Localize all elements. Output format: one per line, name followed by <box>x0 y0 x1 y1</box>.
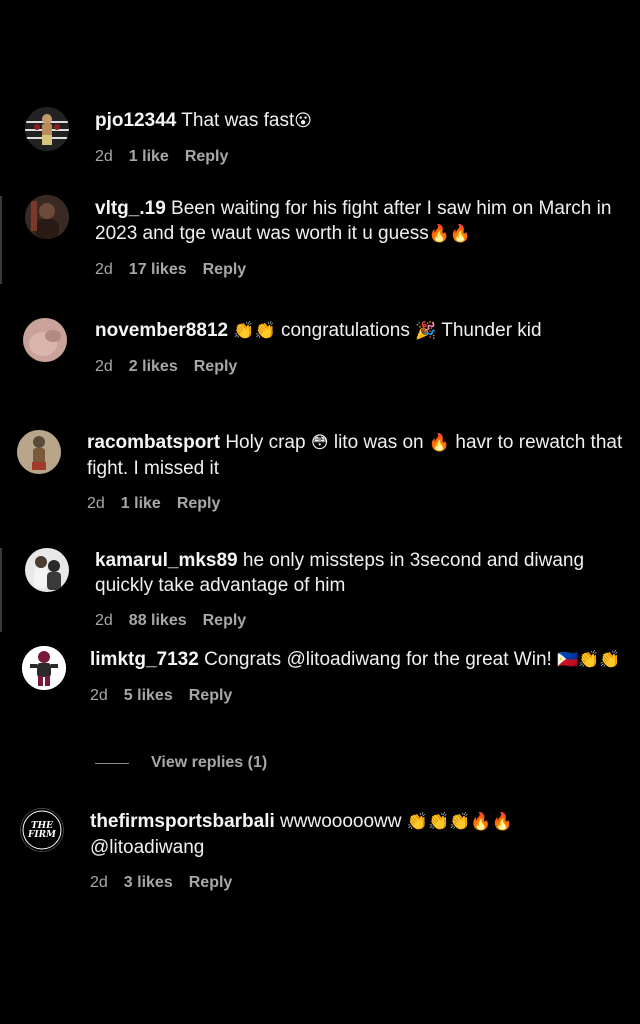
flag-clapping-emoji-icon: 🇵🇭👏👏 <box>557 650 621 670</box>
comment-meta: 2d 1 like Reply <box>95 144 628 169</box>
avatar[interactable] <box>23 318 67 362</box>
comment-meta: 2d 1 like Reply <box>87 491 628 516</box>
comment-text: That was fast <box>181 110 295 131</box>
comment-username[interactable]: thefirmsportsbarbali <box>90 811 275 832</box>
reply-button[interactable]: Reply <box>185 144 229 169</box>
comment-timestamp: 2d <box>95 612 113 629</box>
comment-text: Holy crap <box>225 432 306 453</box>
flushed-emoji-icon: 😳 <box>310 433 329 453</box>
comment-username[interactable]: november8812 <box>95 320 228 341</box>
comment-username[interactable]: pjo12344 <box>95 110 176 131</box>
comment-mention[interactable]: @litoadiwang <box>90 837 204 858</box>
fighter-avatar-icon <box>25 107 69 151</box>
comment-username[interactable]: kamarul_mks89 <box>95 550 238 571</box>
clapping-fire-emoji-icon: 👏👏👏🔥🔥 <box>406 812 513 832</box>
reply-button[interactable]: Reply <box>194 354 238 379</box>
comment-likes[interactable]: 88 likes <box>129 608 187 633</box>
reply-button[interactable]: Reply <box>189 870 233 895</box>
comment-timestamp: 2d <box>87 495 105 512</box>
fighter-avatar-icon <box>22 646 66 690</box>
comment-meta: 2d 2 likes Reply <box>95 354 628 379</box>
comment-likes[interactable]: 3 likes <box>124 870 173 895</box>
view-replies-button[interactable]: View replies (1) <box>95 754 267 772</box>
view-replies-label: View replies (1) <box>151 754 268 771</box>
comment-text: congratulations <box>280 320 410 341</box>
comment-timestamp: 2d <box>90 874 108 891</box>
fire-emoji-icon: 🔥 <box>428 433 451 453</box>
avatar[interactable]: THE FIRM <box>20 808 64 852</box>
comment-text: Been waiting for his fight after I saw h… <box>95 198 612 244</box>
clapping-emoji-icon: 👏👏 <box>233 321 276 341</box>
svg-text:FIRM: FIRM <box>27 830 57 840</box>
avatar[interactable] <box>17 430 61 474</box>
fire-emoji-icon: 🔥🔥 <box>428 224 472 244</box>
comment-likes[interactable]: 1 like <box>121 491 161 516</box>
comment-likes[interactable]: 5 likes <box>124 683 173 708</box>
avatar[interactable] <box>22 646 66 690</box>
comment-likes[interactable]: 2 likes <box>129 354 178 379</box>
thread-divider <box>0 196 2 284</box>
comment-username[interactable]: limktg_7132 <box>90 649 199 670</box>
couple-avatar-icon <box>25 548 69 592</box>
comment-username[interactable]: racombatsport <box>87 432 220 453</box>
avatar[interactable] <box>25 548 69 592</box>
hand-avatar-icon <box>23 318 67 362</box>
fighter-avatar-icon <box>17 430 61 474</box>
comment-meta: 2d 17 likes Reply <box>95 257 628 282</box>
avatar[interactable] <box>25 195 69 239</box>
reply-thread-line <box>95 762 129 764</box>
comments-panel: pjo12344 That was fast😮 2d 1 like Reply … <box>0 0 640 1024</box>
comment-meta: 2d 5 likes Reply <box>90 683 628 708</box>
user-avatar-icon <box>25 195 69 239</box>
reply-button[interactable]: Reply <box>177 491 221 516</box>
reply-button[interactable]: Reply <box>203 257 247 282</box>
avatar[interactable] <box>25 107 69 151</box>
comment-timestamp: 2d <box>95 261 113 278</box>
comment-meta: 2d 88 likes Reply <box>95 608 628 633</box>
comment-timestamp: 2d <box>95 148 113 165</box>
comment-meta: 2d 3 likes Reply <box>90 870 628 895</box>
astonished-emoji-icon: 😮 <box>294 111 312 131</box>
comment-text: Congrats @litoadiwang for the great Win! <box>204 649 552 670</box>
comment-text-continued: lito was on <box>333 432 424 453</box>
party-popper-emoji-icon: 🎉 <box>415 321 437 341</box>
comment-likes[interactable]: 17 likes <box>129 257 187 282</box>
comment-username[interactable]: vltg_.19 <box>95 198 166 219</box>
comment-timestamp: 2d <box>95 358 113 375</box>
reply-button[interactable]: Reply <box>189 683 233 708</box>
thread-divider <box>0 548 2 632</box>
comment-text: wwwoooooww <box>280 811 402 832</box>
comment-timestamp: 2d <box>90 687 108 704</box>
reply-button[interactable]: Reply <box>203 608 247 633</box>
the-firm-logo-icon: THE FIRM <box>21 809 63 851</box>
comment-text-continued: Thunder kid <box>441 320 542 341</box>
comment-likes[interactable]: 1 like <box>129 144 169 169</box>
